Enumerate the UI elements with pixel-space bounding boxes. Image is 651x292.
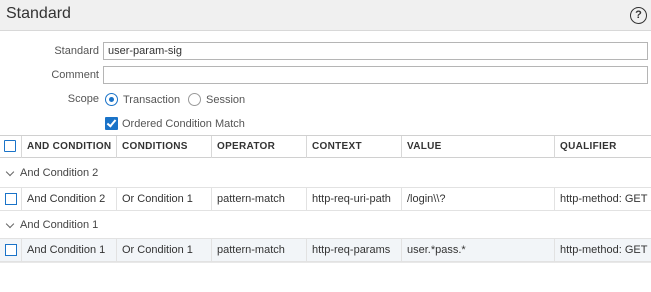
row-select-cell [0, 239, 22, 262]
group-label: And Condition 2 [20, 167, 99, 179]
value-cell: /login\\? [402, 188, 555, 211]
group-header[interactable]: And Condition 1 [0, 212, 651, 238]
scope-label: Scope [67, 93, 99, 105]
dialog-header: Standard ? [0, 0, 651, 31]
conditions-table: AND CONDITION CONDITIONS OPERATOR CONTEX… [0, 135, 651, 292]
column-header-context[interactable]: CONTEXT [307, 136, 402, 158]
context-cell: http-req-uri-path [307, 188, 402, 211]
comment-input[interactable] [103, 66, 648, 84]
check-icon [106, 117, 117, 128]
row-checkbox[interactable] [5, 244, 17, 256]
column-header-qualifier[interactable]: QUALIFIER [555, 136, 651, 158]
group-label: And Condition 1 [20, 219, 99, 231]
qualifier-cell: http-method: GET [560, 244, 648, 256]
column-header-value[interactable]: VALUE [402, 136, 555, 158]
table-header: AND CONDITION CONDITIONS OPERATOR CONTEX… [0, 135, 651, 158]
operator-cell: pattern-match [212, 239, 307, 262]
chevron-down-icon[interactable] [5, 167, 15, 177]
standard-input[interactable]: user-param-sig [103, 42, 648, 60]
ordered-condition-match-label[interactable]: Ordered Condition Match [122, 118, 245, 130]
conditions-cell: Or Condition 1 [117, 188, 212, 211]
context-cell: http-req-params [307, 239, 402, 262]
qualifier-cell: http-method: GET [560, 193, 648, 205]
value-cell: user.*pass.* [402, 239, 555, 262]
scope-session-label[interactable]: Session [206, 94, 245, 106]
ordered-condition-match-checkbox[interactable] [105, 117, 118, 130]
and-condition-cell: And Condition 2 [22, 188, 117, 211]
standard-label: Standard [54, 45, 99, 57]
conditions-cell: Or Condition 1 [117, 239, 212, 262]
select-all-checkbox[interactable] [4, 140, 16, 152]
row-select-cell [0, 188, 22, 211]
column-header-and-condition[interactable]: AND CONDITION [22, 136, 117, 158]
chevron-down-icon[interactable] [5, 219, 15, 229]
column-header-operator[interactable]: OPERATOR [212, 136, 307, 158]
scope-transaction-label[interactable]: Transaction [123, 94, 180, 106]
scope-transaction-radio[interactable] [105, 93, 118, 106]
table-row[interactable]: And Condition 1 Or Condition 1 pattern-m… [0, 238, 651, 262]
column-header-conditions[interactable]: CONDITIONS [117, 136, 212, 158]
and-condition-cell: And Condition 1 [22, 239, 117, 262]
operator-cell: pattern-match [212, 188, 307, 211]
scope-session-radio[interactable] [188, 93, 201, 106]
table-bottom-divider [0, 262, 651, 263]
help-icon[interactable]: ? [630, 7, 647, 24]
comment-label: Comment [51, 69, 99, 81]
group-header[interactable]: And Condition 2 [0, 160, 651, 186]
dialog-title: Standard [6, 5, 71, 22]
row-checkbox[interactable] [5, 193, 17, 205]
table-row[interactable]: And Condition 2 Or Condition 1 pattern-m… [0, 187, 651, 211]
select-all-cell [0, 136, 22, 158]
